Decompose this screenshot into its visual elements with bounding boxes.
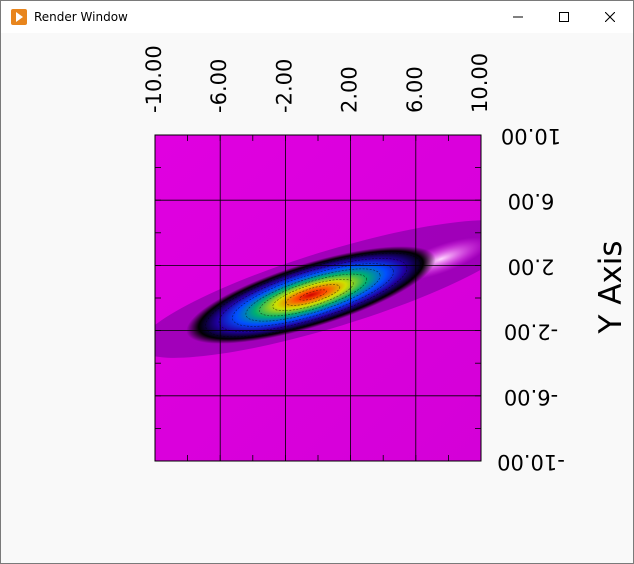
render-view[interactable]: -10.00 -6.00 -2.00 2.00 6.00 10.00 10.00 6.00 2…	[1, 33, 633, 563]
y-tick-label: 10.00	[501, 124, 561, 148]
close-button[interactable]	[587, 1, 633, 33]
y-tick-label: -6.00	[504, 385, 558, 409]
x-tick-label: 10.00	[468, 53, 492, 113]
y-tick-label: 2.00	[508, 254, 555, 278]
y-tick-label: 6.00	[508, 189, 555, 213]
render-window: Render Window -10.00 -6.00 -2.00 2.00 6.…	[0, 0, 634, 564]
x-tick-label: 6.00	[403, 66, 427, 113]
x-tick-label: 2.00	[338, 66, 362, 113]
x-tick-label: -6.00	[207, 59, 231, 113]
close-icon	[605, 12, 615, 22]
heatmap-plot: -10.00 -6.00 -2.00 2.00 6.00 10.00 10.00 6.00 2…	[142, 45, 629, 474]
x-tick-label: -10.00	[142, 45, 166, 113]
minimize-button[interactable]	[495, 1, 541, 33]
maximize-button[interactable]	[541, 1, 587, 33]
render-window-app-icon	[11, 9, 27, 25]
minimize-icon	[513, 16, 523, 18]
maximize-icon	[559, 12, 569, 22]
y-tick-label: -10.00	[497, 450, 565, 474]
y-tick-label: -2.00	[504, 320, 558, 344]
x-tick-label: -2.00	[272, 59, 296, 113]
title-bar[interactable]: Render Window	[1, 1, 633, 33]
y-axis-title: Y Axis	[593, 240, 629, 334]
window-title: Render Window	[34, 10, 128, 24]
